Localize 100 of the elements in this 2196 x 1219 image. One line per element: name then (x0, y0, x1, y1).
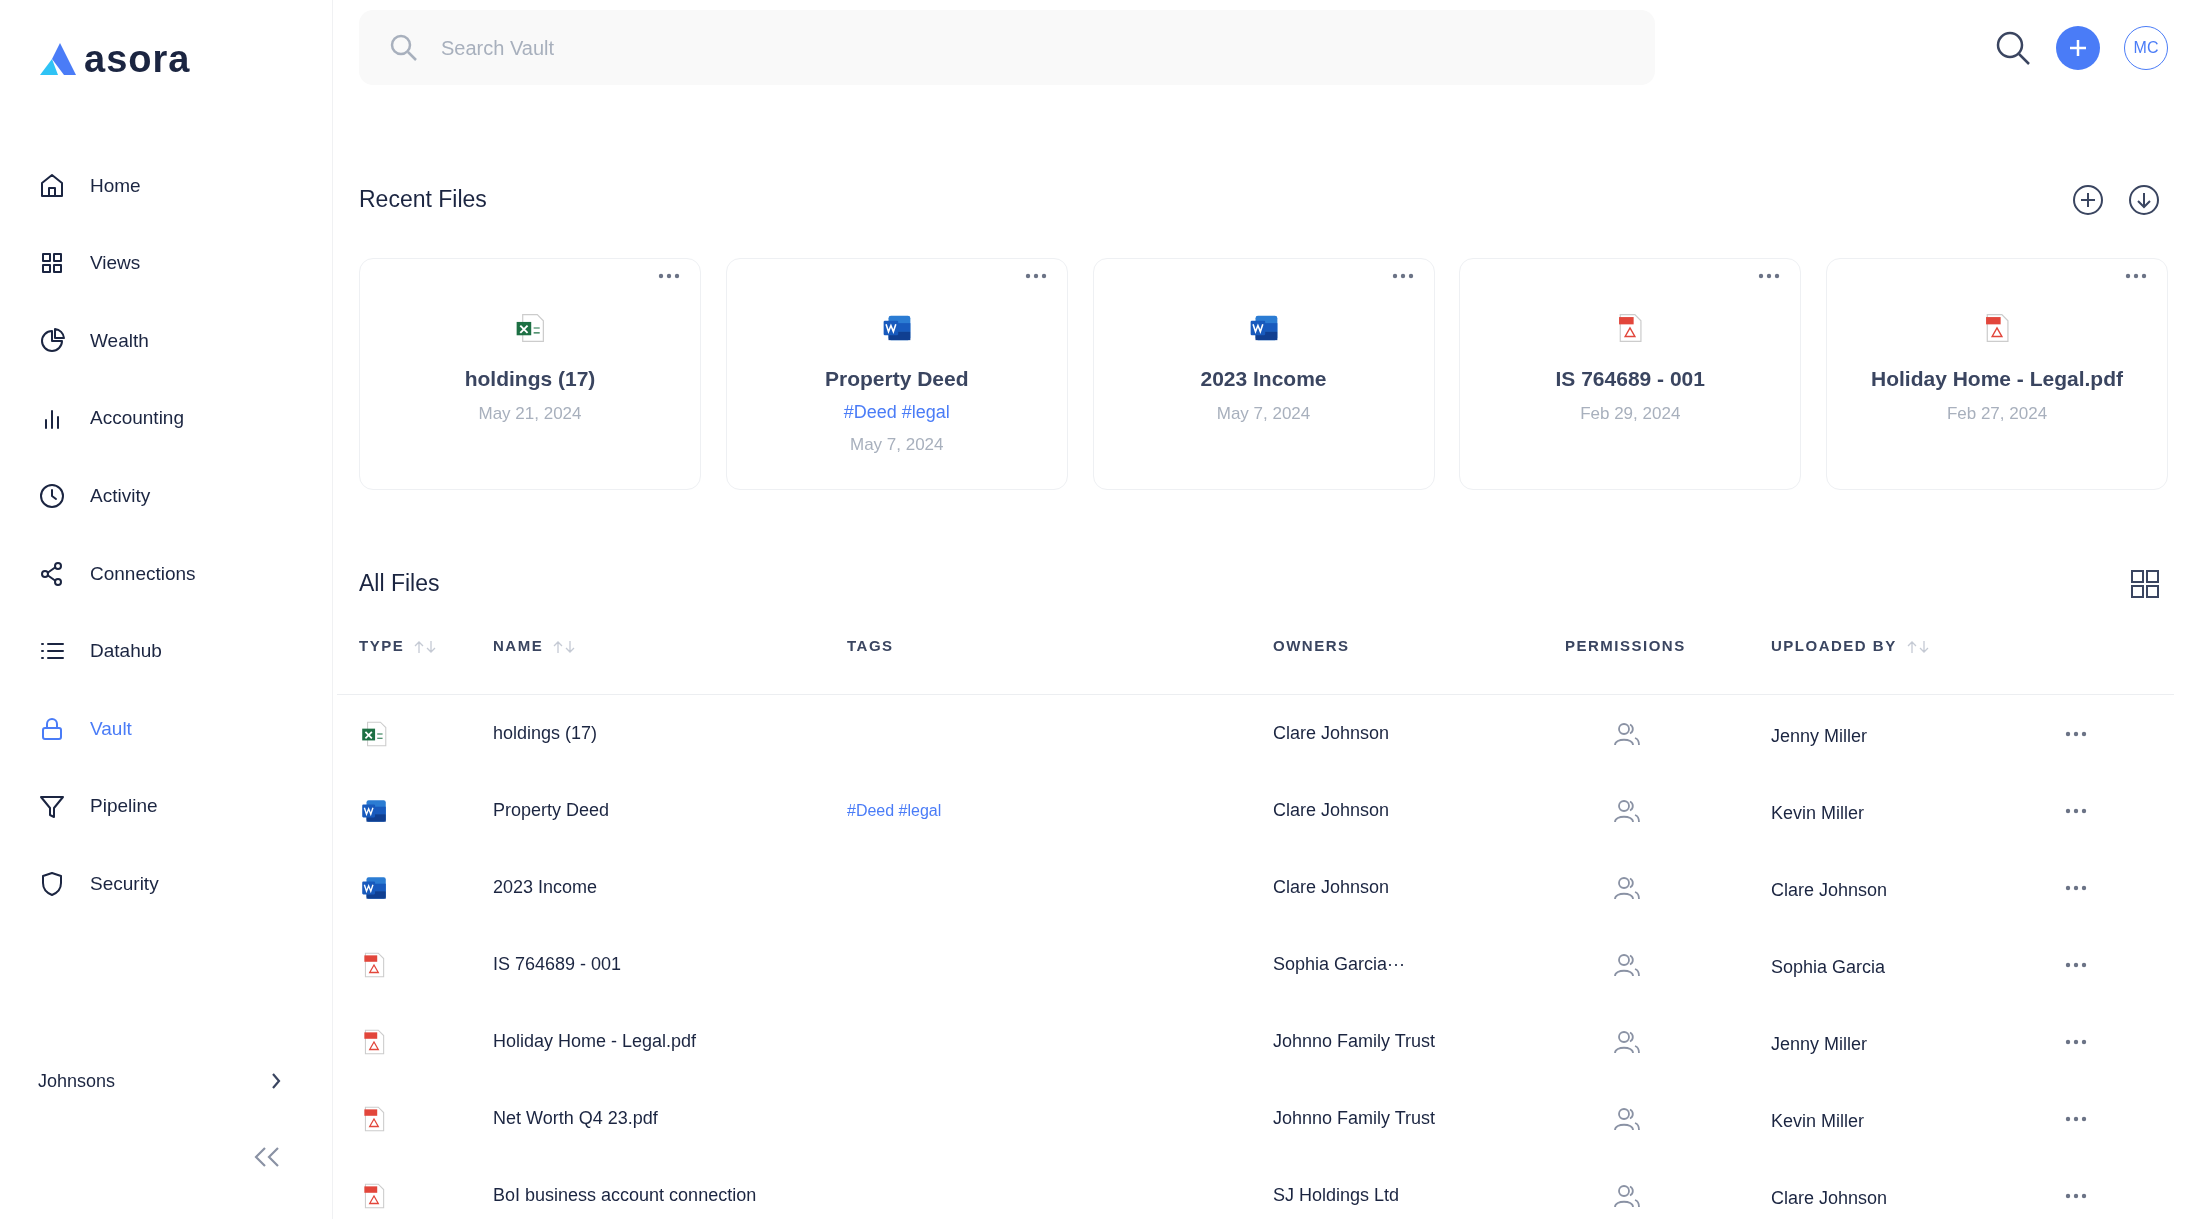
uploader-name: Clare Johnson (1771, 880, 1888, 900)
file-date: May 21, 2024 (478, 402, 582, 425)
workspace-name: Johnsons (38, 1069, 116, 1093)
file-date: Feb 29, 2024 (1580, 402, 1681, 425)
more-icon (2065, 730, 2087, 737)
people-icon[interactable] (1613, 798, 1641, 825)
file-card[interactable]: 2023 Income May 7, 2024 (1092, 258, 1435, 490)
people-icon[interactable] (1613, 1106, 1641, 1133)
owner-name: Johnno Family Trust (1273, 1031, 1436, 1051)
more-icon (2125, 273, 2147, 279)
owner-name: Sophia Garcia··· (1273, 954, 1406, 974)
owner-name: SJ Holdings Ltd (1273, 1185, 1400, 1205)
file-name[interactable]: BoI business account connection (493, 1185, 757, 1205)
search-icon (389, 32, 419, 63)
uploader-name: Clare Johnson (1771, 1188, 1888, 1208)
people-icon[interactable] (1613, 1183, 1641, 1210)
people-icon[interactable] (1613, 952, 1641, 979)
more-icon (1758, 273, 1781, 279)
column-header[interactable]: TYPE (359, 635, 405, 658)
sidebar-item[interactable]: Activity (38, 457, 332, 535)
add-button[interactable] (2056, 25, 2100, 70)
more-icon (2065, 1192, 2087, 1199)
add-circle-icon[interactable] (2072, 184, 2104, 216)
owner-name: Johnno Family Trust (1273, 1108, 1436, 1128)
sidebar-item[interactable]: Vault (38, 690, 332, 768)
file-name: Property Deed (824, 366, 969, 392)
more-icon (658, 273, 680, 279)
uploader-name: Kevin Miller (1771, 803, 1865, 823)
more-button[interactable] (1391, 273, 1414, 279)
sidebar-item[interactable]: Pipeline (38, 767, 332, 846)
owner-name: Clare Johnson (1273, 800, 1390, 820)
sidebar-item[interactable]: Home (38, 147, 332, 225)
more-icon (1024, 273, 1047, 279)
column-header[interactable]: NAME (493, 635, 544, 658)
more-button[interactable] (2065, 1038, 2087, 1045)
file-name[interactable]: Net Worth Q4 23.pdf (493, 1108, 658, 1128)
sidebar-item[interactable]: Connections (38, 534, 332, 613)
file-name[interactable]: IS 764689 - 001 (493, 954, 622, 974)
sidebar-item[interactable]: Security (38, 845, 332, 923)
column-header[interactable]: TAGS (847, 635, 894, 658)
more-button[interactable] (2065, 1192, 2087, 1199)
grid-view-icon[interactable] (2130, 569, 2160, 599)
file-name[interactable]: holdings (17) (493, 723, 598, 743)
people-icon[interactable] (1613, 721, 1641, 748)
uploader-name: Sophia Garcia (1771, 957, 1886, 977)
file-name[interactable]: Holiday Home - Legal.pdf (493, 1031, 697, 1051)
file-card[interactable]: Holiday Home - Legal.pdf Feb 27, 2024 (1826, 258, 2168, 490)
file-tags: #Deed #legal (847, 802, 942, 819)
more-icon (2065, 1115, 2087, 1122)
download-icon[interactable] (2128, 184, 2160, 216)
people-icon[interactable] (1613, 1029, 1641, 1056)
more-icon (1391, 273, 1414, 279)
more-button[interactable] (2065, 884, 2087, 891)
owner-name: Clare Johnson (1273, 723, 1390, 743)
file-name[interactable]: Property Deed (493, 800, 610, 820)
chevron-right-icon[interactable] (270, 1072, 282, 1091)
more-icon (2065, 1038, 2087, 1045)
search-input[interactable]: Search Vault (439, 31, 1655, 64)
more-button[interactable] (2065, 961, 2087, 968)
pie-chart-icon (38, 327, 66, 355)
file-name: Holiday Home - Legal.pdf (1871, 366, 2123, 392)
more-button[interactable] (658, 273, 680, 279)
home-icon (38, 171, 66, 200)
more-button[interactable] (2065, 730, 2087, 737)
file-date: May 7, 2024 (1216, 402, 1311, 425)
file-card[interactable]: IS 764689 - 001 Feb 29, 2024 (1459, 258, 1802, 490)
file-name[interactable]: 2023 Income (493, 877, 598, 897)
people-icon[interactable] (1613, 875, 1641, 902)
search-bar[interactable]: Search Vault (359, 10, 1655, 85)
more-button[interactable] (1758, 273, 1781, 279)
more-button[interactable] (1024, 273, 1047, 279)
owner-name: Clare Johnson (1273, 877, 1390, 897)
file-date: Feb 27, 2024 (1946, 402, 2048, 425)
column-header[interactable]: PERMISSIONS (1565, 635, 1686, 658)
sidebar-item[interactable]: Datahub (38, 612, 332, 691)
plus-icon (2068, 37, 2088, 58)
more-icon (2065, 807, 2087, 814)
file-name: IS 764689 - 001 (1555, 366, 1705, 392)
file-card[interactable]: holdings (17) May 21, 2024 (359, 258, 701, 490)
column-header[interactable]: OWNERS (1273, 635, 1350, 658)
more-icon (2065, 961, 2087, 968)
file-tags: #Deed #legal (843, 398, 950, 426)
more-icon (2065, 884, 2087, 891)
double-chevron-left-icon (252, 1145, 282, 1168)
sidebar-item[interactable]: Accounting (38, 379, 332, 458)
more-button[interactable] (2125, 273, 2147, 279)
uploader-name: Jenny Miller (1771, 726, 1868, 746)
more-button[interactable] (2065, 1115, 2087, 1122)
uploader-name: Kevin Miller (1771, 1111, 1865, 1131)
column-header[interactable]: UPLOADED BY (1771, 635, 1897, 658)
section-title: Recent Files (359, 186, 487, 214)
more-button[interactable] (2065, 807, 2087, 814)
sidebar-item[interactable]: Wealth (38, 302, 332, 380)
file-name: holdings (17) (464, 366, 596, 392)
sidebar-item[interactable]: Views (38, 224, 332, 303)
file-card[interactable]: Property Deed #Deed #legal May 7, 2024 (725, 258, 1068, 490)
file-name: 2023 Income (1200, 366, 1327, 392)
file-date: May 7, 2024 (849, 433, 944, 456)
user-avatar[interactable]: MC (2124, 25, 2168, 70)
clock-icon (38, 482, 66, 511)
